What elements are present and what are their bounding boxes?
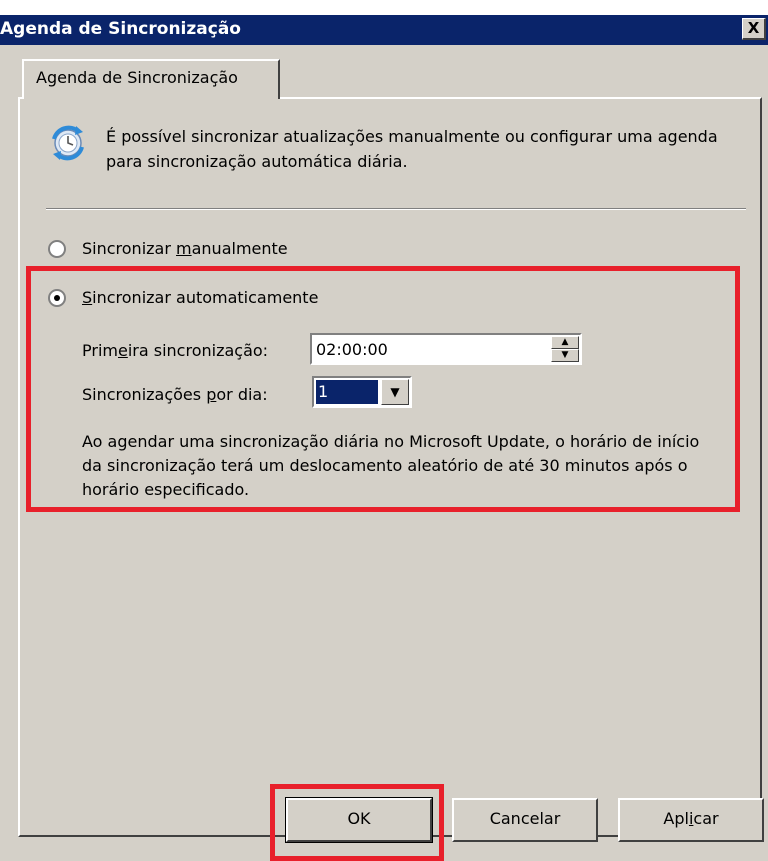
auto-radio[interactable] <box>48 289 66 307</box>
schedule-note: Ao agendar uma sincronização diária no M… <box>82 432 700 499</box>
dialog-client-area: Agenda de Sincronização É possível sincr… <box>0 45 768 861</box>
ok-button[interactable]: OK <box>285 797 433 843</box>
tab-agenda-de-sincronizacao[interactable]: Agenda de Sincronização <box>22 59 280 99</box>
sync-icon <box>48 123 88 163</box>
first-sync-label: Primeira sincronização: <box>82 341 269 360</box>
cancel-button[interactable]: Cancelar <box>452 798 598 842</box>
first-sync-time-input[interactable]: 02:00:00 ▲ ▼ <box>310 333 582 365</box>
per-day-select[interactable]: 1 ▼ <box>312 376 412 408</box>
first-sync-value: 02:00:00 <box>316 340 388 359</box>
close-button[interactable]: X <box>742 18 766 40</box>
per-day-label: Sincronizações por dia: <box>82 385 268 404</box>
spin-up-icon[interactable]: ▲ <box>551 336 579 349</box>
title-bar[interactable]: Agenda de Sincronização X <box>0 15 768 45</box>
spin-down-icon[interactable]: ▼ <box>551 349 579 362</box>
manual-radio-label[interactable]: Sincronizar manualmente <box>82 239 288 258</box>
chevron-down-icon[interactable]: ▼ <box>381 379 409 405</box>
apply-button[interactable]: Aplicar <box>618 798 764 842</box>
tab-label: Agenda de Sincronização <box>36 68 238 87</box>
info-text: É possível sincronizar atualizações manu… <box>106 127 718 171</box>
per-day-value: 1 <box>316 380 378 404</box>
dialog-window: Agenda de Sincronização X Agenda de Sinc… <box>0 0 768 861</box>
window-title: Agenda de Sincronização <box>0 19 241 39</box>
separator <box>46 208 746 210</box>
time-spinner[interactable]: ▲ ▼ <box>551 336 579 362</box>
auto-radio-label[interactable]: Sincronizar automaticamente <box>82 288 318 307</box>
manual-radio[interactable] <box>48 240 66 258</box>
